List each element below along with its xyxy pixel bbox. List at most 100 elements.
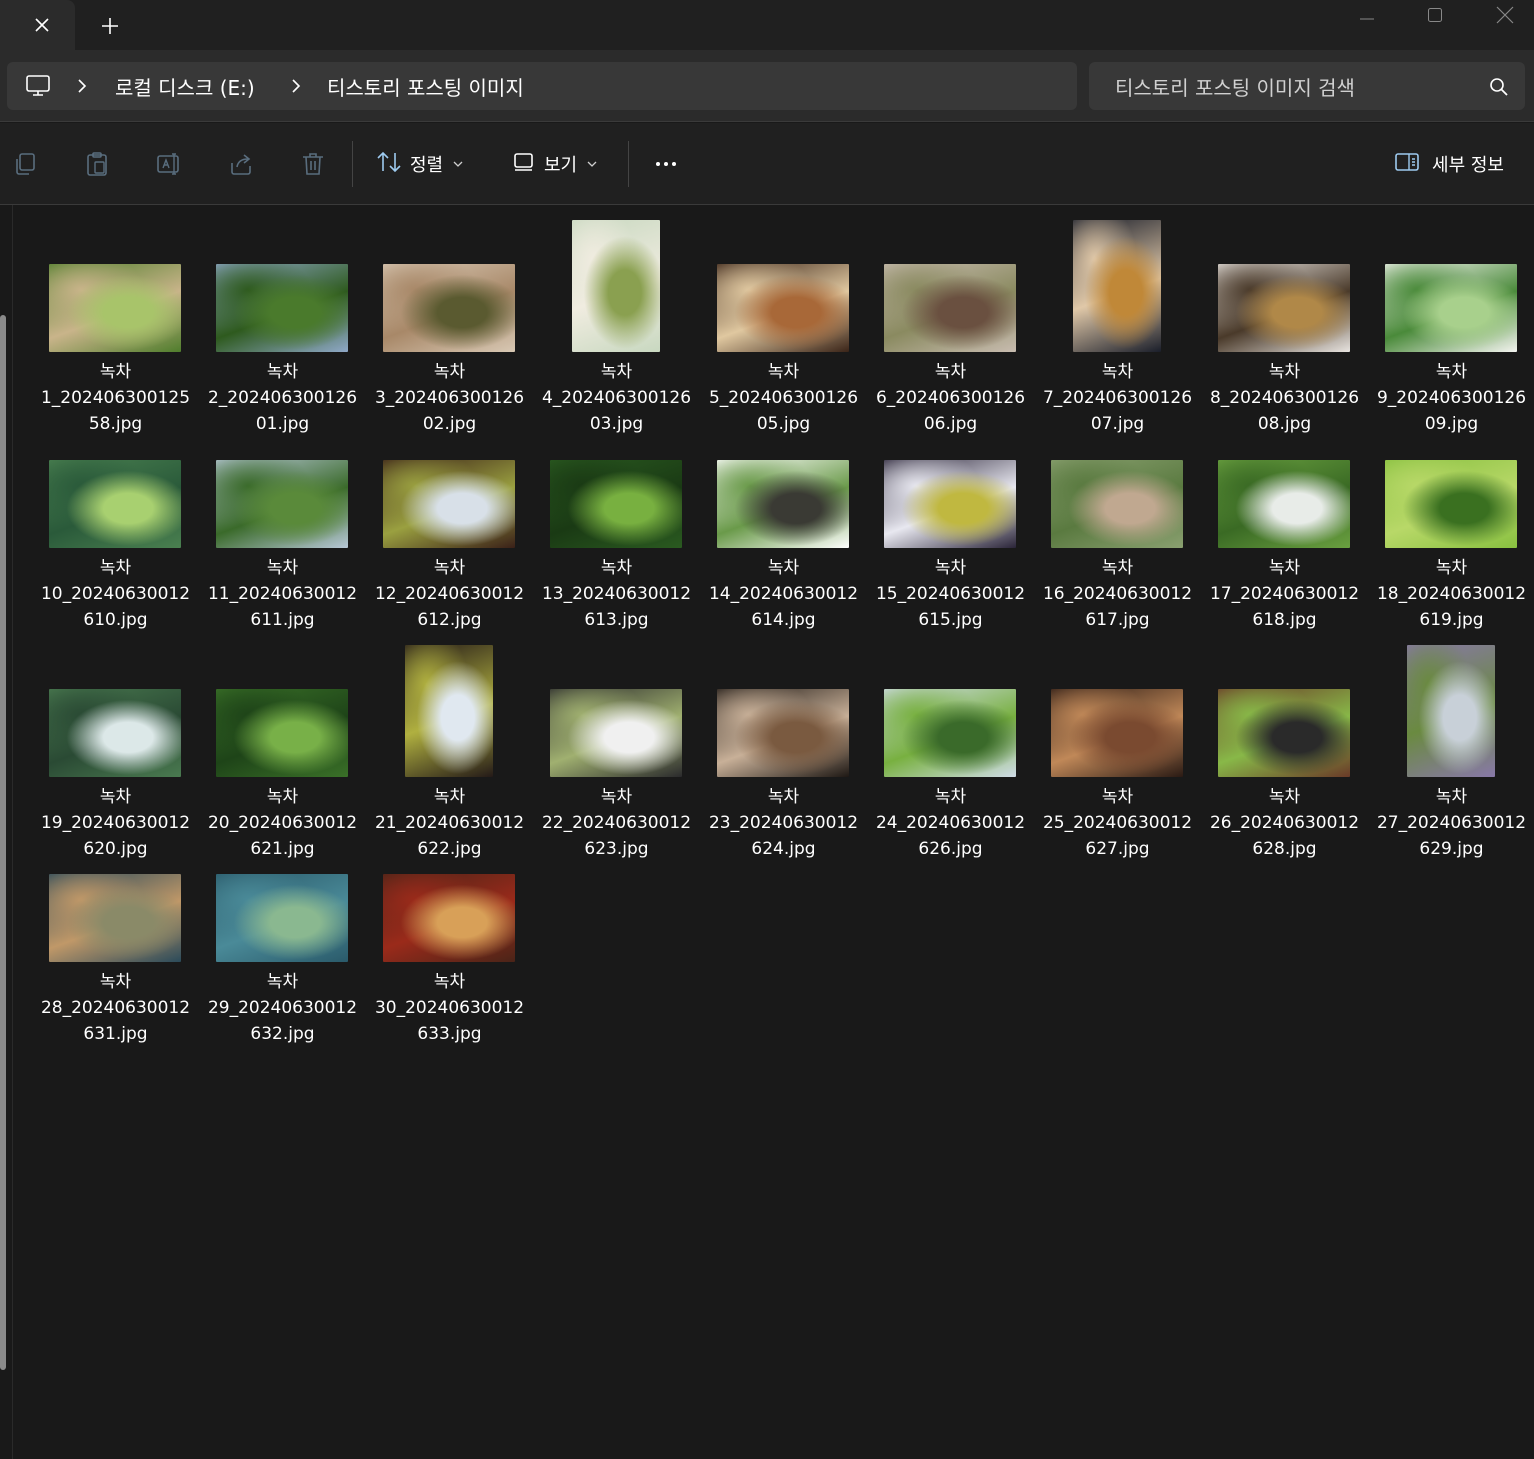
file-item[interactable]: 녹차 14_20240630012 614.jpg	[700, 460, 867, 630]
file-name-line: 12_20240630012	[374, 584, 525, 604]
file-name-line: 녹차	[433, 972, 466, 992]
pane-divider	[12, 205, 13, 1459]
file-name-line: 626.jpg	[918, 839, 983, 859]
file-item[interactable]: 녹차 3_202406300126 02.jpg	[366, 264, 533, 434]
view-label: 보기	[544, 155, 578, 176]
breadcrumb-folder[interactable]: 티스토리 포스팅 이미지	[327, 72, 524, 101]
file-thumbnail	[383, 874, 515, 962]
file-name-line: 628.jpg	[1252, 839, 1317, 859]
file-item[interactable]: 녹차 13_20240630012 613.jpg	[533, 460, 700, 630]
active-tab[interactable]	[0, 0, 75, 50]
file-name: 녹차 16_20240630012 617.jpg	[1034, 555, 1201, 633]
file-item[interactable]: 녹차 4_202406300126 03.jpg	[533, 220, 700, 434]
file-item[interactable]: 녹차 15_20240630012 615.jpg	[867, 460, 1034, 630]
plus-icon[interactable]	[96, 12, 124, 40]
paste-icon[interactable]	[84, 151, 110, 177]
file-item[interactable]: 녹차 22_20240630012 623.jpg	[533, 689, 700, 859]
file-name-line: 629.jpg	[1419, 839, 1484, 859]
close-icon[interactable]	[1470, 0, 1534, 30]
file-item[interactable]: 녹차 11_20240630012 611.jpg	[199, 460, 366, 630]
file-item[interactable]: 녹차 7_202406300126 07.jpg	[1034, 220, 1201, 434]
file-item[interactable]: 녹차 29_20240630012 632.jpg	[199, 874, 366, 1044]
file-item[interactable]: 녹차 5_202406300126 05.jpg	[700, 264, 867, 434]
file-item[interactable]: 녹차 25_20240630012 627.jpg	[1034, 689, 1201, 859]
file-name-line: 녹차	[266, 787, 299, 807]
file-name-line: 19_20240630012	[40, 813, 191, 833]
copy-icon[interactable]	[12, 151, 38, 177]
file-name-line: 25_20240630012	[1042, 813, 1193, 833]
file-name: 녹차 3_202406300126 02.jpg	[366, 359, 533, 437]
file-item[interactable]: 녹차 16_20240630012 617.jpg	[1034, 460, 1201, 630]
file-name: 녹차 2_202406300126 01.jpg	[199, 359, 366, 437]
file-name-line: 녹차	[1101, 362, 1134, 382]
view-button[interactable]: 보기	[512, 147, 597, 181]
file-name-line: 28_20240630012	[40, 998, 191, 1018]
file-thumbnail	[1073, 220, 1161, 352]
file-name: 녹차 23_20240630012 624.jpg	[700, 784, 867, 862]
file-thumbnail	[216, 264, 348, 352]
file-item[interactable]: 녹차 27_20240630012 629.jpg	[1368, 645, 1534, 859]
file-item[interactable]: 녹차 30_20240630012 633.jpg	[366, 874, 533, 1044]
file-item[interactable]: 녹차 8_202406300126 08.jpg	[1201, 264, 1368, 434]
file-name-line: 9_202406300126	[1376, 388, 1527, 408]
maximize-icon[interactable]	[1400, 0, 1470, 30]
search-icon[interactable]	[1489, 77, 1509, 97]
breadcrumb-drive[interactable]: 로컬 디스크 (E:)	[115, 72, 255, 101]
file-thumbnail	[383, 460, 515, 548]
details-pane-button[interactable]: 세부 정보	[1394, 147, 1504, 181]
title-bar	[0, 0, 1534, 50]
file-item[interactable]: 녹차 19_20240630012 620.jpg	[32, 689, 199, 859]
file-name-line: 녹차	[1268, 558, 1301, 578]
file-name: 녹차 1_202406300125 58.jpg	[32, 359, 199, 437]
file-thumbnail	[383, 264, 515, 352]
chevron-right-icon[interactable]	[289, 77, 303, 95]
file-name-line: 녹차	[99, 362, 132, 382]
file-name-line: 녹차	[600, 558, 633, 578]
share-icon[interactable]	[228, 151, 254, 177]
close-icon[interactable]	[28, 11, 56, 39]
file-name-line: 613.jpg	[584, 610, 649, 630]
file-name-line: 18_20240630012	[1376, 584, 1527, 604]
file-name-line: 24_20240630012	[875, 813, 1026, 833]
breadcrumb[interactable]: 로컬 디스크 (E:) 티스토리 포스팅 이미지	[7, 62, 1077, 110]
scrollbar[interactable]	[0, 315, 6, 1370]
file-thumbnail	[550, 689, 682, 777]
file-item[interactable]: 녹차 28_20240630012 631.jpg	[32, 874, 199, 1044]
file-item[interactable]: 녹차 2_202406300126 01.jpg	[199, 264, 366, 434]
file-view[interactable]: 녹차 1_202406300125 58.jpg 녹차 2_202406300126 01…	[0, 205, 1534, 1459]
file-item[interactable]: 녹차 20_20240630012 621.jpg	[199, 689, 366, 859]
file-name-line: 627.jpg	[1085, 839, 1150, 859]
file-item[interactable]: 녹차 21_20240630012 622.jpg	[366, 645, 533, 859]
more-icon[interactable]	[650, 149, 682, 179]
file-name-line: 618.jpg	[1252, 610, 1317, 630]
file-name: 녹차 8_202406300126 08.jpg	[1201, 359, 1368, 437]
minimize-icon[interactable]	[1332, 0, 1402, 30]
file-item[interactable]: 녹차 10_20240630012 610.jpg	[32, 460, 199, 630]
file-name-line: 13_20240630012	[541, 584, 692, 604]
file-item[interactable]: 녹차 6_202406300126 06.jpg	[867, 264, 1034, 434]
file-name-line: 11_20240630012	[207, 584, 358, 604]
file-item[interactable]: 녹차 24_20240630012 626.jpg	[867, 689, 1034, 859]
file-name-line: 2_202406300126	[207, 388, 358, 408]
rename-icon[interactable]	[156, 151, 182, 177]
sort-icon	[376, 151, 402, 178]
file-item[interactable]: 녹차 9_202406300126 09.jpg	[1368, 264, 1534, 434]
file-item[interactable]: 녹차 23_20240630012 624.jpg	[700, 689, 867, 859]
file-name: 녹차 18_20240630012 619.jpg	[1368, 555, 1534, 633]
file-name-line: 녹차	[99, 787, 132, 807]
chevron-right-icon[interactable]	[75, 77, 89, 95]
computer-icon[interactable]	[25, 74, 51, 98]
delete-icon[interactable]	[300, 151, 326, 177]
file-item[interactable]: 녹차 26_20240630012 628.jpg	[1201, 689, 1368, 859]
file-item[interactable]: 녹차 18_20240630012 619.jpg	[1368, 460, 1534, 630]
sort-button[interactable]: 정렬	[376, 147, 463, 181]
file-item[interactable]: 녹차 17_20240630012 618.jpg	[1201, 460, 1368, 630]
file-name-line: 611.jpg	[250, 610, 315, 630]
file-item[interactable]: 녹차 1_202406300125 58.jpg	[32, 264, 199, 434]
file-thumbnail	[49, 460, 181, 548]
search-input[interactable]: 티스토리 포스팅 이미지 검색	[1089, 62, 1525, 110]
file-name-line: 615.jpg	[918, 610, 983, 630]
file-name-line: 녹차	[767, 558, 800, 578]
file-name-line: 23_20240630012	[708, 813, 859, 833]
file-item[interactable]: 녹차 12_20240630012 612.jpg	[366, 460, 533, 630]
